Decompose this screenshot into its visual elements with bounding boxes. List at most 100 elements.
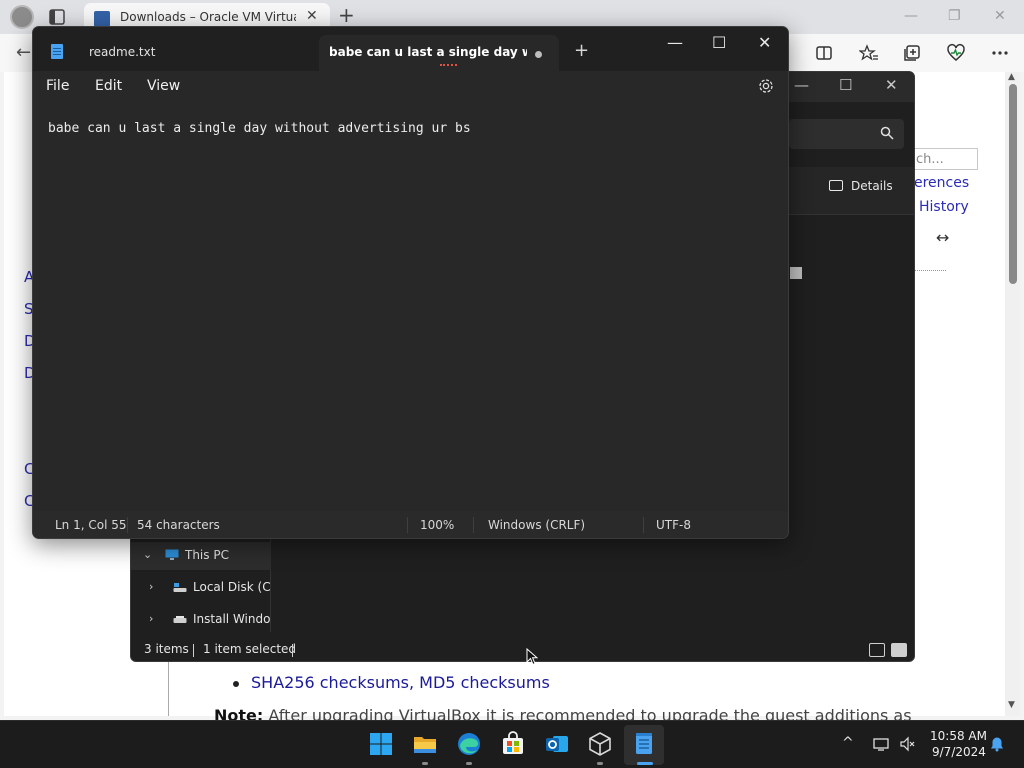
browser-minimize-icon[interactable]: —: [904, 8, 918, 24]
nav-item-install-windows[interactable]: › Install Windows: [131, 606, 271, 634]
notepad-minimize-icon[interactable]: —: [667, 33, 683, 52]
notepad-icon[interactable]: [631, 731, 657, 757]
status-divider: [473, 517, 474, 533]
volume-muted-icon[interactable]: [899, 736, 915, 752]
running-indicator: [422, 762, 428, 765]
browser-essentials-icon[interactable]: [946, 43, 966, 63]
status-divider: [643, 517, 644, 533]
status-divider: [407, 517, 408, 533]
drive-icon: [173, 581, 187, 593]
notepad-menu-bar: File Edit View: [33, 71, 788, 103]
browser-restore-icon[interactable]: ❐: [948, 8, 961, 24]
show-hidden-icons-chevron-icon[interactable]: ^: [842, 735, 854, 751]
notepad-maximize-icon[interactable]: ☐: [712, 33, 726, 52]
details-label: Details: [851, 179, 893, 193]
clock-time[interactable]: 10:58 AM: [930, 729, 987, 743]
nav-item-this-pc[interactable]: ⌄ This PC: [131, 542, 271, 570]
encoding[interactable]: UTF-8: [656, 518, 691, 532]
selection-count: 1 item selected: [203, 642, 297, 656]
virtualbox-icon[interactable]: [587, 731, 613, 757]
bullet-icon: [233, 680, 239, 687]
item-count: 3 items: [144, 642, 189, 656]
nav-label: Install Windows: [193, 612, 271, 626]
tab-label: babe can u last a single day without adv…: [329, 45, 527, 59]
dvd-drive-icon: [173, 613, 187, 625]
character-count: 54 characters: [137, 518, 220, 532]
explorer-scroll-thumb[interactable]: [790, 267, 802, 279]
status-divider: [193, 644, 194, 657]
tab-readme[interactable]: readme.txt: [73, 35, 313, 71]
menu-view[interactable]: View: [147, 78, 180, 94]
browser-tab-title: Downloads – Oracle VM VirtualBox: [120, 10, 296, 24]
text-editor-area[interactable]: babe can u last a single day without adv…: [33, 103, 788, 511]
explorer-minimize-icon[interactable]: —: [794, 76, 809, 94]
store-icon[interactable]: [500, 731, 526, 757]
tab-actions-icon[interactable]: [48, 8, 66, 26]
checksums-link[interactable]: SHA256 checksums, MD5 checksums: [251, 673, 550, 692]
spelling-error-underline: [440, 63, 457, 66]
explorer-close-icon[interactable]: ✕: [885, 76, 898, 94]
dotted-divider: [912, 270, 946, 271]
menu-edit[interactable]: Edit: [95, 78, 122, 94]
cursor-position: Ln 1, Col 55: [55, 518, 127, 532]
edge-icon[interactable]: [456, 731, 482, 757]
tiles-view-icon[interactable]: [891, 643, 907, 657]
profile-avatar[interactable]: [10, 5, 34, 29]
page-scroll-thumb[interactable]: [1009, 84, 1017, 284]
details-button[interactable]: Details: [829, 179, 893, 193]
notification-bell-icon[interactable]: [989, 736, 1005, 752]
clock-date[interactable]: 9/7/2024: [932, 745, 986, 759]
browser-close-icon[interactable]: ✕: [994, 8, 1006, 24]
chevron-down-icon[interactable]: ⌄: [143, 548, 152, 561]
computer-icon: [165, 549, 179, 561]
file-explorer-icon[interactable]: [412, 731, 438, 757]
mouse-cursor-icon: [526, 648, 538, 666]
editor-content[interactable]: babe can u last a single day without adv…: [48, 121, 471, 136]
resize-arrow-icon: ↔: [936, 228, 950, 247]
details-view-icon[interactable]: [869, 643, 885, 657]
virtualbox-favicon-icon: [94, 11, 110, 27]
checksums-list-item[interactable]: SHA256 checksums, MD5 checksums: [233, 673, 550, 692]
unsaved-indicator-icon[interactable]: [535, 51, 542, 58]
nav-item-local-disk[interactable]: › Local Disk (C:): [131, 574, 271, 602]
network-icon[interactable]: [873, 736, 889, 752]
nav-label: Local Disk (C:): [193, 580, 271, 594]
line-ending[interactable]: Windows (CRLF): [488, 518, 585, 532]
outlook-icon[interactable]: [544, 731, 570, 757]
scroll-up-icon[interactable]: ▲: [1008, 72, 1015, 82]
scroll-down-icon[interactable]: ▼: [1008, 700, 1015, 710]
zoom-level[interactable]: 100%: [420, 518, 454, 532]
status-divider: [292, 644, 293, 657]
notepad-close-icon[interactable]: ✕: [758, 33, 771, 52]
nav-label: This PC: [185, 548, 229, 562]
browser-tab-close-icon[interactable]: ✕: [306, 8, 318, 24]
preferences-link[interactable]: erences: [914, 175, 969, 191]
taskbar: ^ 10:58 AM 9/7/2024: [0, 720, 1024, 768]
details-pane-icon: [829, 180, 843, 191]
running-indicator: [466, 762, 472, 765]
explorer-maximize-icon[interactable]: ☐: [839, 76, 852, 94]
page-scrollbar[interactable]: ▲ ▼: [1005, 72, 1020, 716]
explorer-search-input[interactable]: [789, 119, 904, 149]
chevron-right-icon[interactable]: ›: [149, 612, 153, 625]
browser-new-tab-icon[interactable]: +: [338, 5, 355, 25]
new-tab-icon[interactable]: +: [574, 40, 589, 61]
running-indicator: [597, 762, 603, 765]
more-options-icon[interactable]: [990, 43, 1010, 63]
history-link[interactable]: History: [919, 199, 969, 215]
favorites-icon[interactable]: [859, 43, 879, 63]
menu-file[interactable]: File: [46, 78, 69, 94]
collections-icon[interactable]: [902, 43, 922, 63]
chevron-right-icon[interactable]: ›: [149, 580, 153, 593]
notepad-app-icon: [51, 44, 63, 59]
wiki-search-input[interactable]: ch...: [912, 148, 978, 170]
start-icon[interactable]: [368, 731, 394, 757]
explorer-status-bar: 3 items 1 item selected: [131, 640, 914, 661]
search-icon: [880, 126, 894, 140]
tab-current-document[interactable]: babe can u last a single day without adv…: [319, 35, 559, 71]
settings-gear-icon[interactable]: [757, 77, 775, 95]
notepad-titlebar: readme.txt babe can u last a single day …: [33, 27, 788, 71]
back-arrow-icon[interactable]: ←: [16, 42, 31, 63]
split-screen-icon[interactable]: [814, 43, 834, 63]
content-divider: [168, 662, 169, 716]
